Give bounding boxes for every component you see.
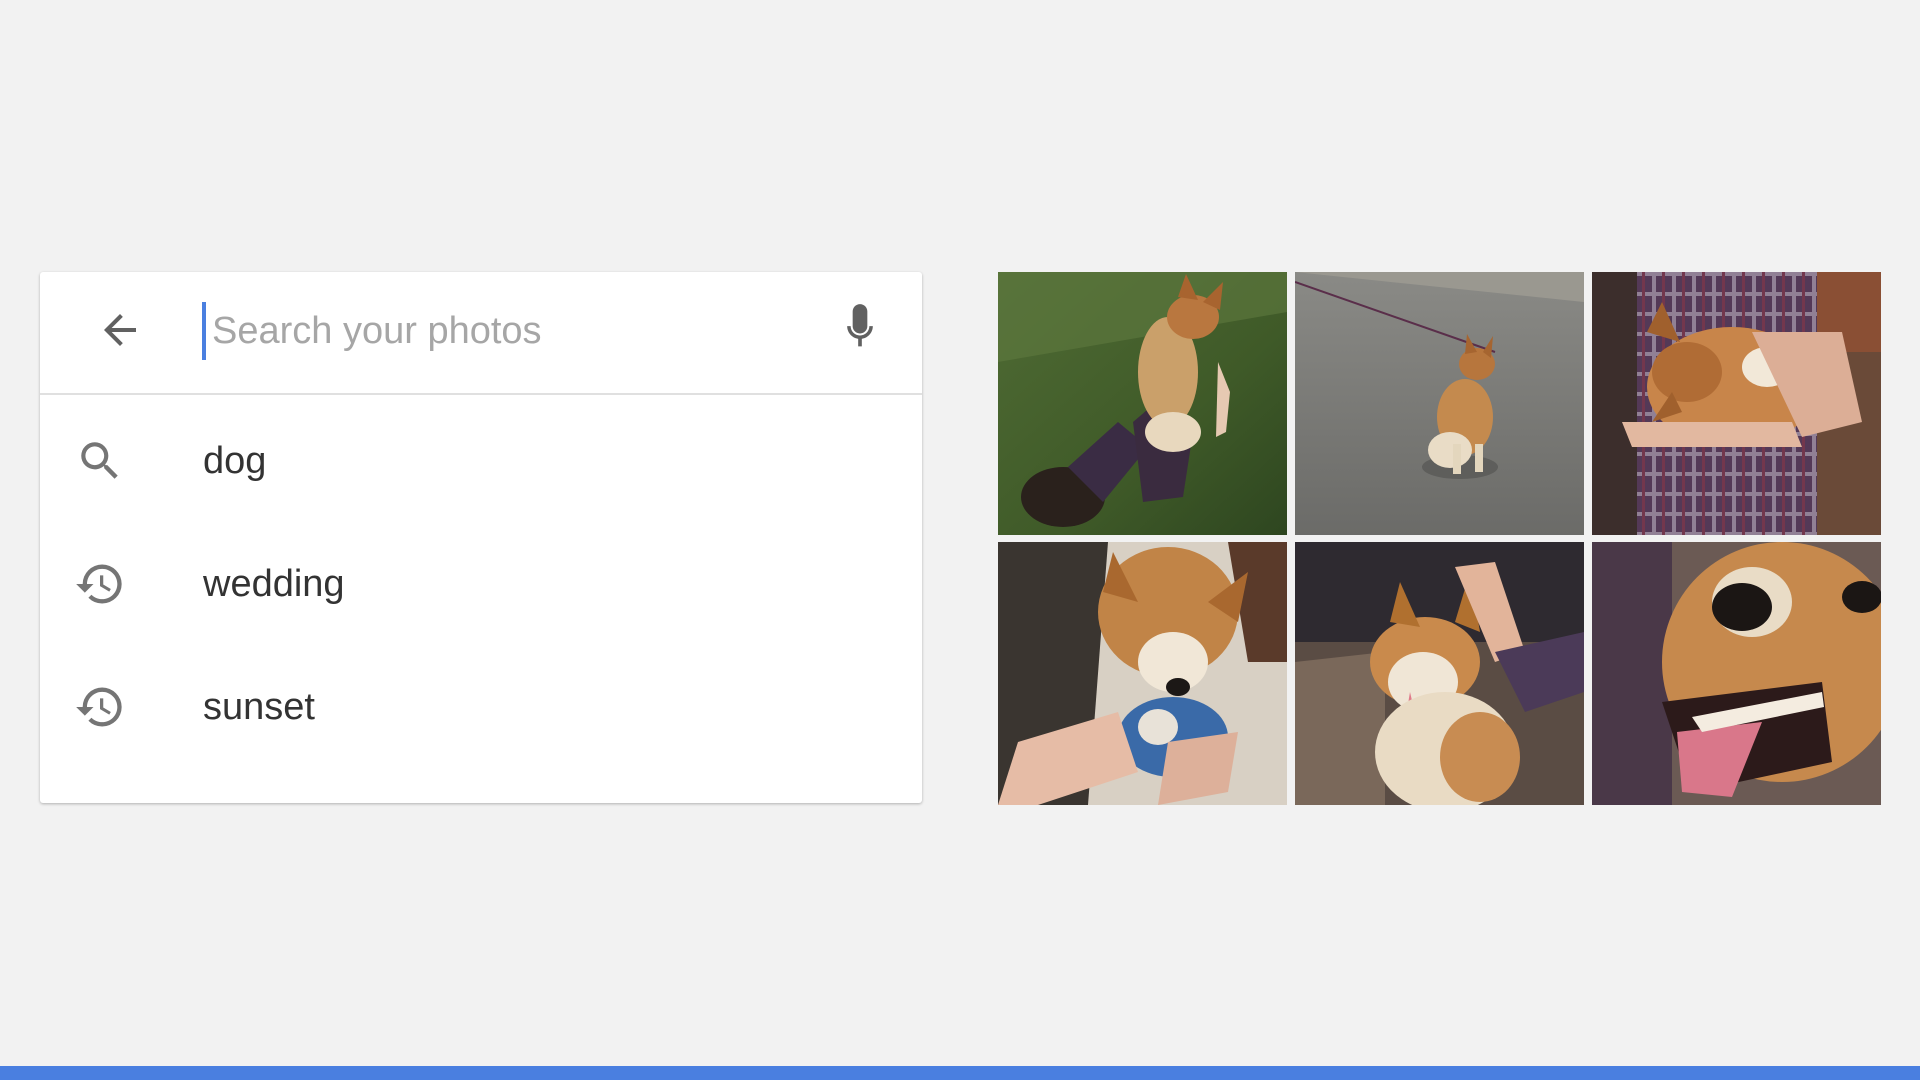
- corgi-photo-image: [1295, 542, 1584, 805]
- search-field[interactable]: [202, 296, 842, 366]
- voice-search-button[interactable]: [828, 298, 892, 362]
- suggestion-label: sunset: [203, 686, 315, 728]
- arrow-left-icon: [96, 306, 144, 359]
- text-caret: [202, 302, 206, 360]
- photo-grid: [998, 272, 1881, 805]
- suggestion-label: dog: [203, 440, 267, 482]
- photo-thumbnail[interactable]: [1592, 272, 1881, 535]
- corgi-photo-image: [1592, 272, 1881, 535]
- suggestion-item[interactable]: wedding: [40, 520, 922, 643]
- history-icon: [74, 681, 126, 733]
- search-icon: [74, 435, 126, 487]
- corgi-photo-image: [998, 542, 1287, 805]
- suggestion-list: dog wedding sunset: [40, 395, 922, 766]
- suggestion-item[interactable]: sunset: [40, 643, 922, 766]
- microphone-icon: [838, 302, 882, 359]
- corgi-photo-image: [1592, 542, 1881, 805]
- back-button[interactable]: [80, 292, 160, 372]
- photo-thumbnail[interactable]: [1295, 272, 1584, 535]
- search-card: dog wedding sunset: [40, 272, 922, 803]
- suggestion-label: wedding: [203, 563, 345, 605]
- photo-thumbnail[interactable]: [1295, 542, 1584, 805]
- photo-thumbnail[interactable]: [998, 272, 1287, 535]
- search-bar: [40, 272, 922, 395]
- corgi-photo-image: [998, 272, 1287, 535]
- bottom-accent-bar: [0, 1066, 1920, 1080]
- corgi-photo-image: [1295, 272, 1584, 535]
- suggestion-item[interactable]: dog: [40, 397, 922, 520]
- search-input[interactable]: [212, 296, 832, 366]
- photo-thumbnail[interactable]: [1592, 542, 1881, 805]
- history-icon: [74, 558, 126, 610]
- photo-thumbnail[interactable]: [998, 542, 1287, 805]
